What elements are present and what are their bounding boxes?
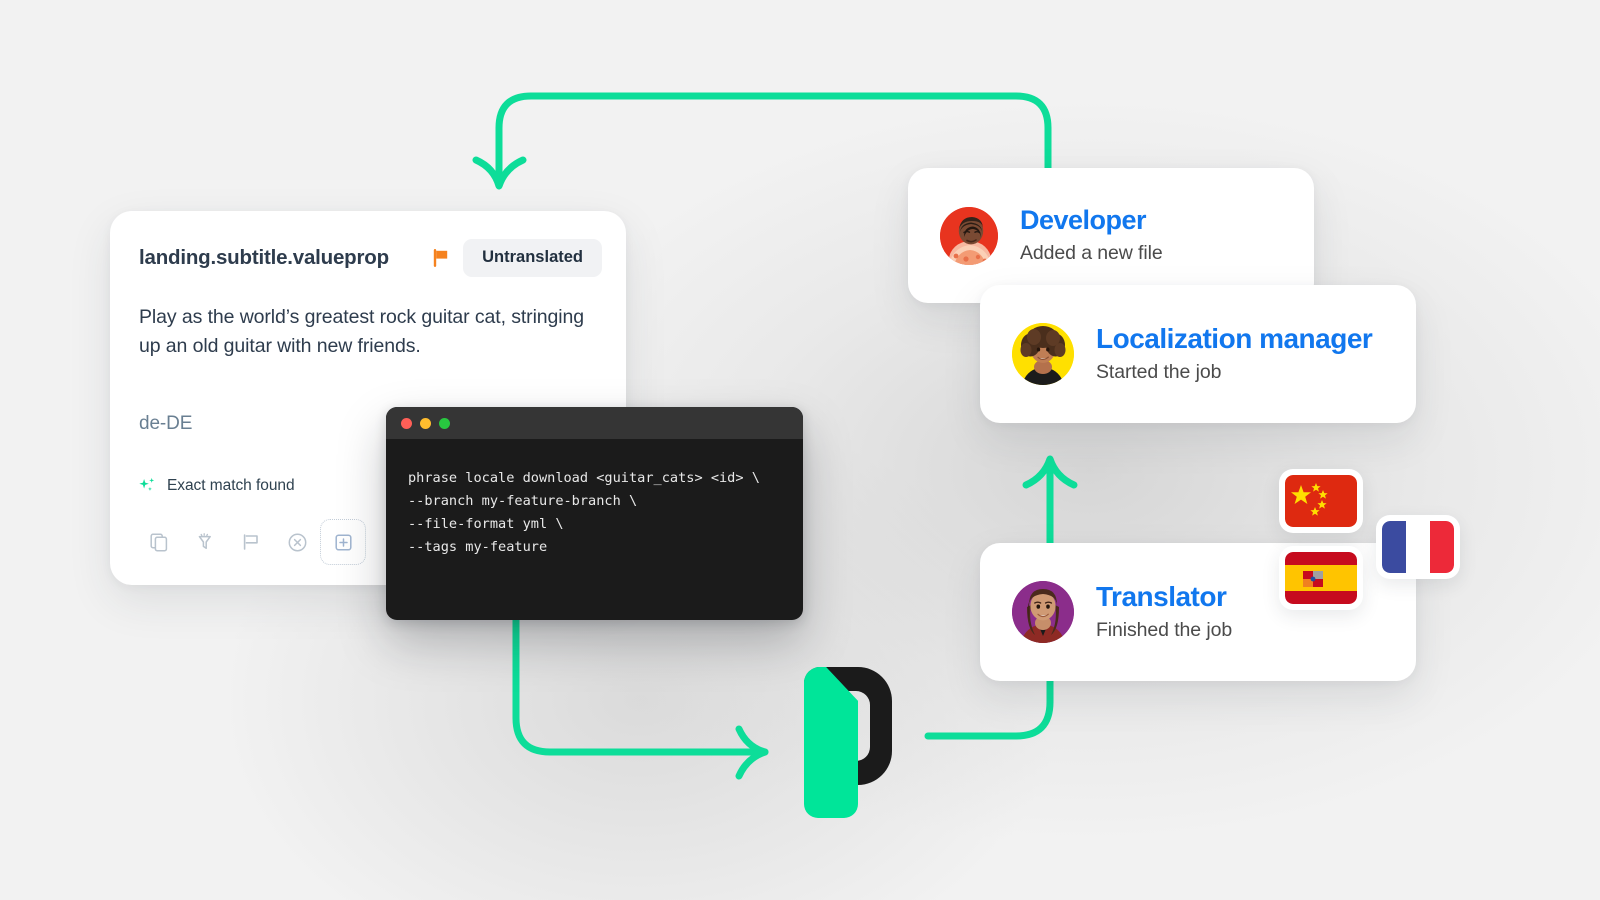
copy-icon[interactable] bbox=[136, 519, 182, 565]
window-close-dot[interactable] bbox=[401, 417, 412, 429]
role-title: Localization manager bbox=[1096, 322, 1373, 354]
window-minimize-dot[interactable] bbox=[420, 417, 431, 429]
role-title: Translator bbox=[1096, 580, 1227, 612]
flag-spain-chip[interactable] bbox=[1279, 546, 1363, 610]
phrase-logo bbox=[786, 665, 894, 820]
circle-x-icon[interactable] bbox=[274, 519, 320, 565]
segment-source-text: Play as the world’s greatest rock guitar… bbox=[139, 306, 585, 357]
sparkle-icon bbox=[139, 477, 155, 491]
avatar-localization-manager bbox=[1012, 323, 1074, 385]
role-text-translator: Translator Finished the job bbox=[1096, 580, 1233, 643]
illustration-canvas: landing.subtitle.valueprop Untranslated … bbox=[0, 0, 1600, 900]
exact-match-label: Exact match found bbox=[167, 476, 295, 494]
flag-spain-icon bbox=[1285, 552, 1357, 604]
status-badge[interactable]: Untranslated bbox=[463, 239, 602, 277]
flag-china-icon bbox=[1285, 475, 1357, 527]
segment-action-bar bbox=[136, 519, 366, 565]
exact-match-row: Exact match found bbox=[138, 476, 295, 495]
segment-header: landing.subtitle.valueprop Untranslated bbox=[139, 236, 602, 280]
flag-france-chip[interactable] bbox=[1376, 515, 1460, 579]
flag-france-icon bbox=[1382, 521, 1454, 573]
role-card-developer[interactable]: Developer Added a new file bbox=[908, 168, 1314, 303]
role-subtitle: Finished the job bbox=[1096, 619, 1233, 642]
role-subtitle: Started the job bbox=[1096, 361, 1222, 384]
terminal-titlebar bbox=[386, 407, 803, 439]
terminal-command: phrase locale download <guitar_cats> <id… bbox=[408, 470, 760, 555]
role-text-developer: Developer Added a new file bbox=[1020, 204, 1163, 266]
avatar-developer bbox=[940, 206, 998, 265]
segment-key: landing.subtitle.valueprop bbox=[139, 246, 389, 269]
role-subtitle: Added a new file bbox=[1020, 242, 1163, 265]
translation-memory-icon[interactable] bbox=[182, 519, 228, 565]
flag-outline-icon[interactable] bbox=[228, 519, 274, 565]
avatar-translator bbox=[1012, 581, 1074, 643]
terminal-window[interactable]: phrase locale download <guitar_cats> <id… bbox=[386, 407, 803, 620]
flag-china-chip[interactable] bbox=[1279, 469, 1363, 533]
flag-icon bbox=[433, 249, 448, 267]
segment-locale: de-DE bbox=[139, 413, 193, 434]
role-text-manager: Localization manager Started the job bbox=[1096, 322, 1373, 385]
window-maximize-dot[interactable] bbox=[439, 417, 450, 429]
role-card-localization-manager[interactable]: Localization manager Started the job bbox=[980, 285, 1416, 423]
add-plus-icon[interactable] bbox=[320, 519, 366, 565]
role-title: Developer bbox=[1020, 204, 1147, 235]
